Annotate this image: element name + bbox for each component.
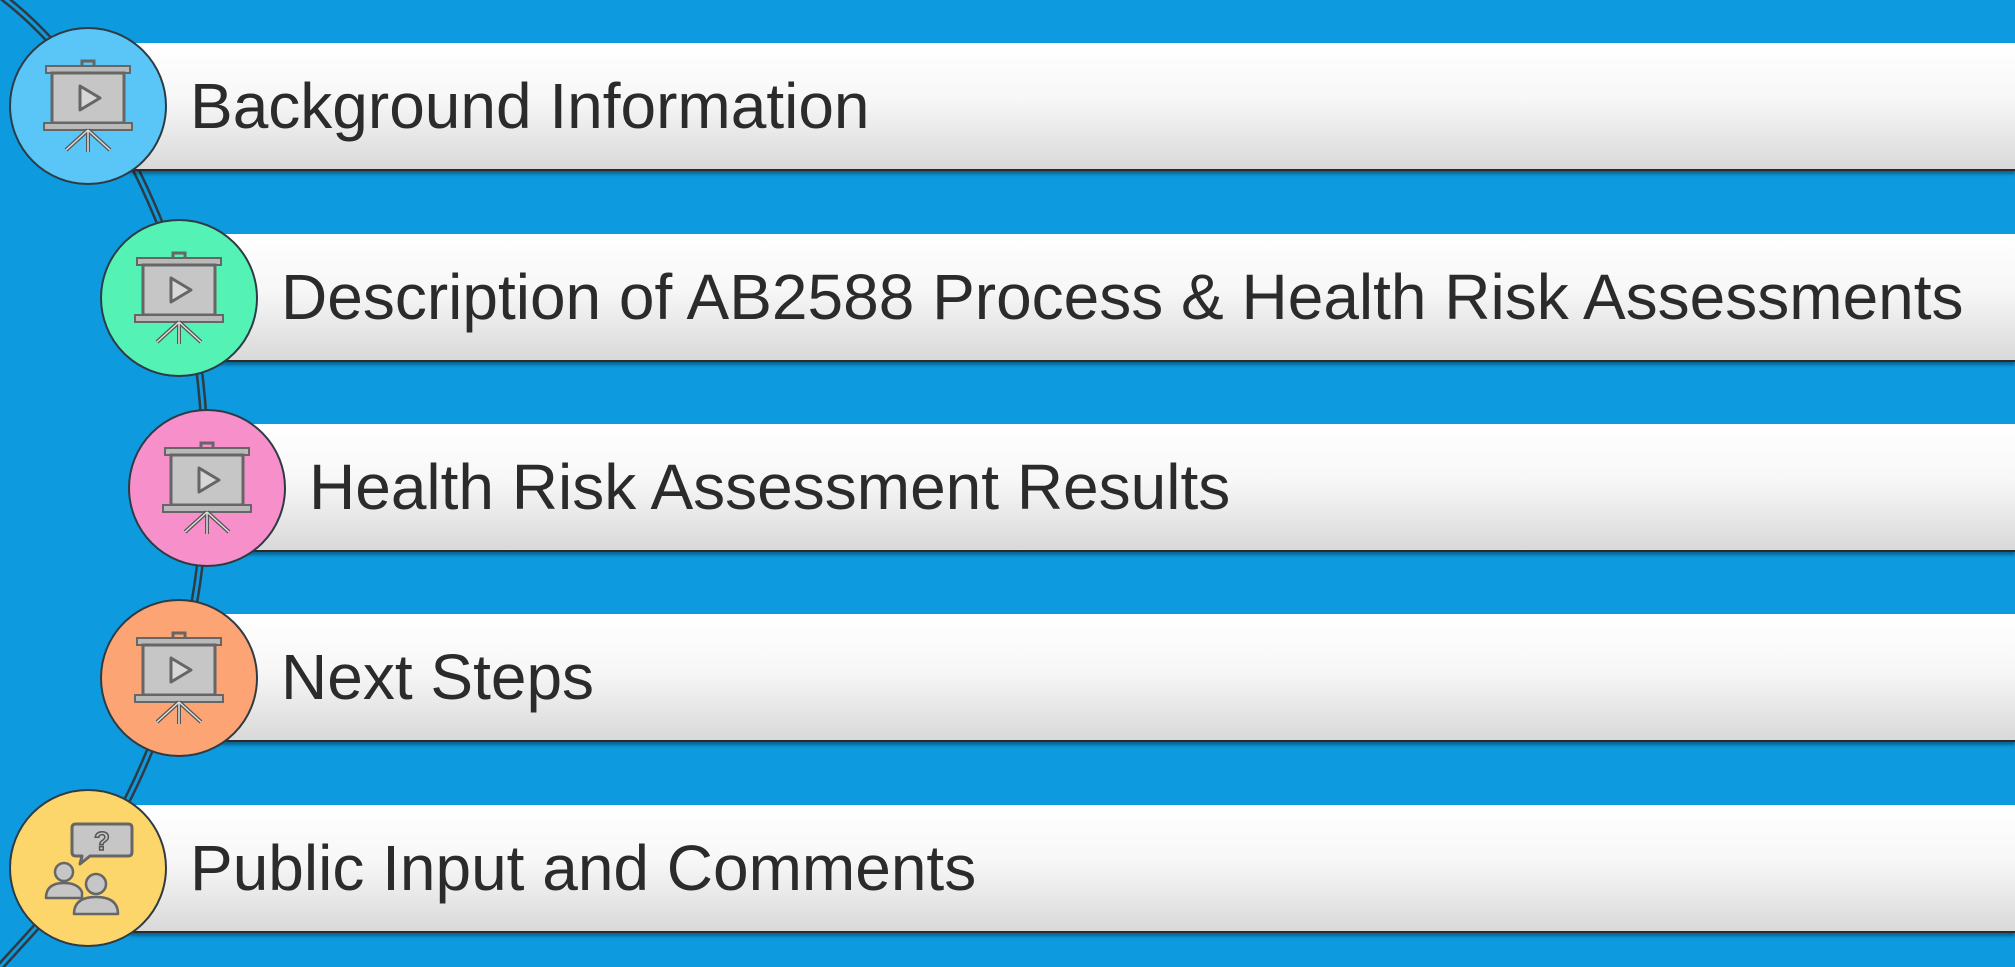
agenda-item-label-results: Health Risk Assessment Results	[309, 451, 1231, 523]
agenda-item-circle-next-steps	[100, 599, 258, 757]
svg-text:?: ?	[94, 826, 110, 856]
agenda-item-label-description: Description of AB2588 Process & Health R…	[281, 261, 1964, 333]
agenda-item-circle-public-input: ?	[9, 789, 167, 947]
agenda-item-label-next-steps: Next Steps	[281, 641, 595, 713]
agenda-item-circle-background	[9, 27, 167, 185]
discussion-people-icon: ?	[44, 822, 134, 916]
agenda-item-label-public-input: Public Input and Comments	[190, 832, 977, 904]
presentation-screen-icon	[162, 441, 252, 534]
presentation-screen-icon	[43, 59, 133, 152]
agenda-item-label-background: Background Information	[190, 70, 870, 142]
presentation-screen-icon	[134, 631, 224, 724]
agenda-item-circle-results	[128, 409, 286, 567]
agenda-item-circle-description	[100, 219, 258, 377]
presentation-screen-icon	[134, 251, 224, 344]
